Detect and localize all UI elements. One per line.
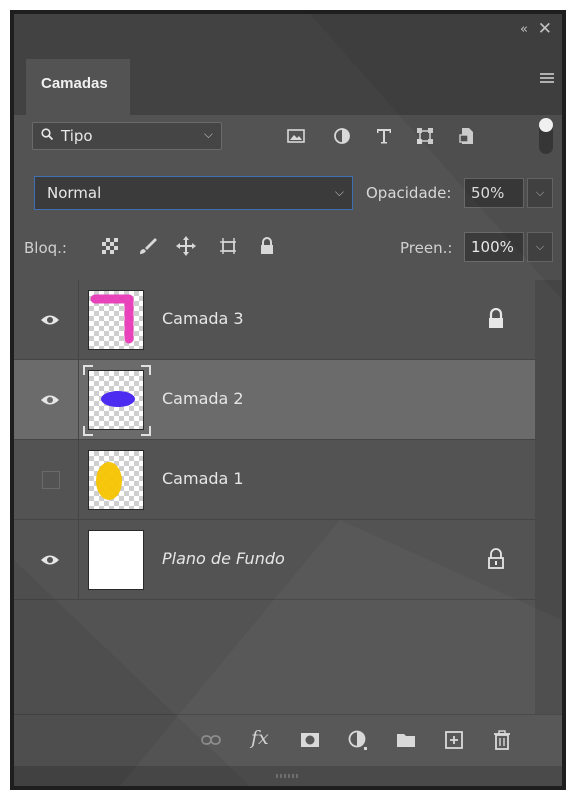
layer-thumbnail[interactable] [88,370,144,430]
lock-transparent-pixels-icon[interactable] [100,236,120,256]
layer-2-paint [101,391,135,407]
opacity-label: Opacidade: [366,184,452,202]
visibility-toggle[interactable] [14,280,79,360]
lock-artboard-icon[interactable] [218,236,238,256]
collapse-icon[interactable]: « [520,22,528,37]
layer-1-paint [96,462,122,500]
panel-titlebar: « ✕ [14,14,562,47]
layers-panel: « ✕ Camadas Tipo ⌵ Normal ⌵ Opacidade: 5… [14,14,562,786]
filter-toggle[interactable] [539,118,553,154]
layer-row-camada-3[interactable]: Camada 3 [14,280,535,360]
smart-object-filter-icon[interactable] [457,126,477,146]
opacity-dropdown-button[interactable]: ⌵ [527,178,553,208]
tab-bar: Camadas [14,47,562,115]
selection-corner [141,365,151,375]
fill-input[interactable]: 100% [464,232,524,262]
lock-label: Bloq.: [24,239,67,257]
new-layer-icon[interactable] [443,729,465,751]
layer-thumbnail[interactable] [88,290,144,350]
visibility-toggle[interactable] [14,520,79,600]
tab-layers[interactable]: Camadas [26,59,130,115]
filter-kind-select[interactable]: Tipo ⌵ [32,122,222,150]
search-icon [41,128,53,140]
layers-list: Camada 3 Camada 2 Camada 1 Plano de Fund… [14,280,535,714]
layer-name[interactable]: Plano de Fundo [162,549,285,568]
layer-name[interactable]: Camada 1 [162,469,244,488]
layer-name[interactable]: Camada 3 [162,309,244,328]
visibility-toggle[interactable] [14,360,79,440]
layer-row-camada-1[interactable]: Camada 1 [14,440,535,520]
visibility-toggle[interactable] [14,440,79,520]
layer-name[interactable]: Camada 2 [162,389,244,408]
filter-kind-label: Tipo [61,127,93,145]
layers-scrollbar[interactable] [535,280,562,714]
blend-mode-label: Normal [47,184,102,202]
fill-label: Preen.: [400,239,453,257]
close-icon[interactable]: ✕ [538,19,552,39]
chevron-down-icon: ⌵ [203,127,213,141]
selection-corner [141,426,151,436]
selection-corner [83,365,93,375]
layer-3-paint [90,294,134,344]
panel-menu-icon[interactable] [540,73,554,83]
layer-thumbnail[interactable] [88,450,144,510]
add-mask-icon[interactable] [299,729,321,751]
shape-filter-icon[interactable] [415,126,435,146]
eye-icon [41,555,59,565]
lock-image-pixels-icon[interactable] [138,236,158,256]
chevron-down-icon: ⌵ [334,185,344,199]
lock-position-icon[interactable] [176,236,196,256]
layer-row-background[interactable]: Plano de Fundo [14,520,535,600]
layer-style-icon[interactable]: fx [251,727,269,749]
layers-bottom-toolbar: fx [14,714,562,766]
layer-row-camada-2[interactable]: Camada 2 [14,360,535,440]
blend-mode-select[interactable]: Normal ⌵ [34,176,353,210]
lock-icon [488,548,504,569]
adjustment-filter-icon[interactable] [332,126,352,146]
trash-icon[interactable] [491,729,513,751]
layer-thumbnail[interactable] [88,530,144,590]
resize-grip[interactable] [14,766,562,786]
pixel-filter-icon[interactable] [286,126,306,146]
fill-dropdown-button[interactable]: ⌵ [527,232,553,262]
link-layers-icon[interactable] [200,729,222,751]
eye-icon [41,395,59,405]
new-fill-adjustment-icon[interactable] [347,729,369,751]
visibility-off-box [42,471,60,489]
type-filter-icon[interactable] [374,126,394,146]
eye-icon [41,315,59,325]
new-group-icon[interactable] [395,729,417,751]
opacity-input[interactable]: 50% [464,178,524,208]
lock-all-icon[interactable] [257,236,277,256]
selection-corner [83,426,93,436]
lock-icon [489,308,503,328]
